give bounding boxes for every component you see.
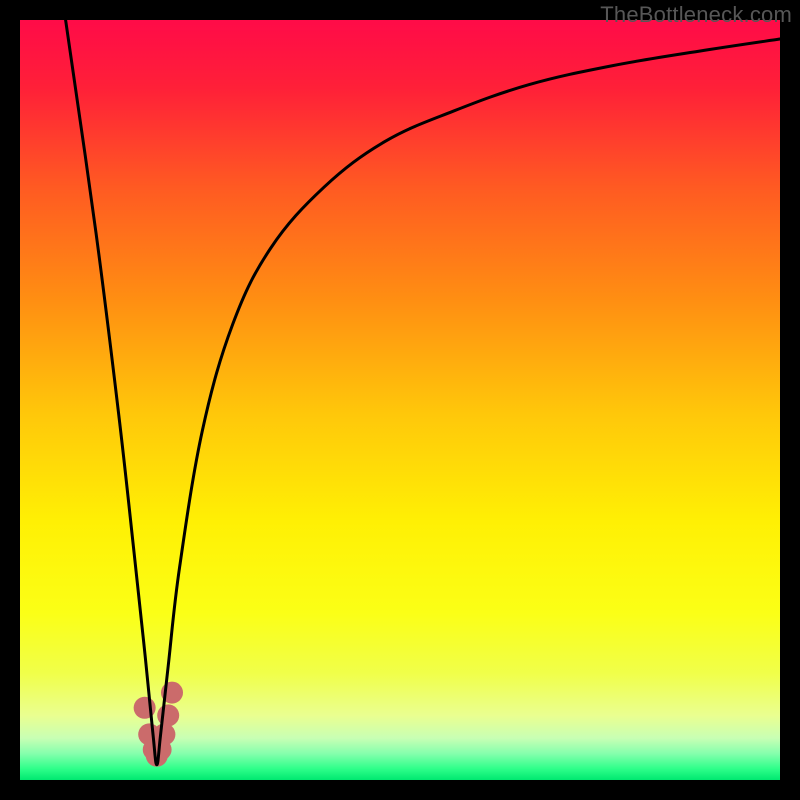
marker-dot [153,723,175,745]
watermark-text: TheBottleneck.com [600,2,792,28]
plot-area [20,20,780,780]
bottleneck-chart [20,20,780,780]
chart-frame: TheBottleneck.com [0,0,800,800]
